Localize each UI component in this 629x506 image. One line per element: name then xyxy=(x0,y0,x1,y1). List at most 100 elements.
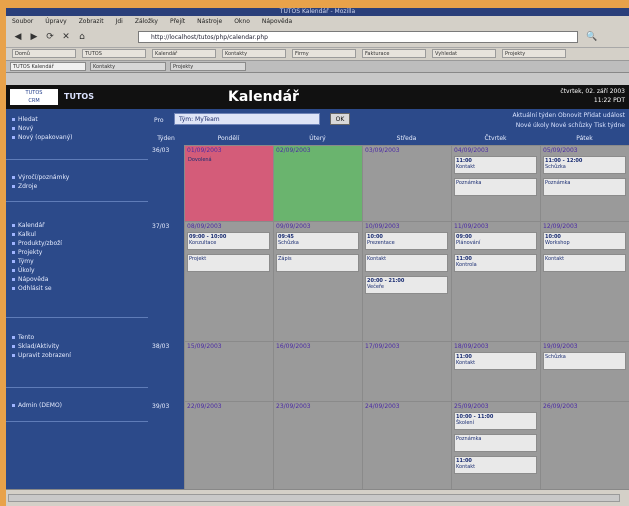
day-date[interactable]: 23/09/2003 xyxy=(276,403,311,410)
day-date[interactable]: 02/09/2003 xyxy=(276,147,311,154)
sidebar-item[interactable]: Hledat xyxy=(6,115,148,124)
browser-tab[interactable]: Projekty xyxy=(170,62,246,71)
sidebar-item[interactable]: Upravit zobrazení xyxy=(6,351,148,360)
sidebar-item[interactable]: Kalkul xyxy=(6,230,148,239)
calendar-event[interactable]: Poznámka xyxy=(543,178,626,196)
calendar-day-cell[interactable]: 08/09/2003 09:00 - 10:00 Konzultace Projekt xyxy=(184,221,273,341)
calendar-event[interactable]: 11:00 Kontakt xyxy=(454,352,537,370)
menu-item[interactable]: Úpravy xyxy=(45,18,66,25)
bookmark-item[interactable]: Vyhledat xyxy=(432,49,496,58)
day-date[interactable]: 15/09/2003 xyxy=(187,343,222,350)
sidebar-item[interactable]: Nápověda xyxy=(6,275,148,284)
day-date[interactable]: 16/09/2003 xyxy=(276,343,311,350)
sidebar-item[interactable]: Projekty xyxy=(6,248,148,257)
browser-tab[interactable]: TUTOS Kalendář xyxy=(10,62,86,71)
calendar-event[interactable]: 09:00 Plánování xyxy=(454,232,537,250)
calendar-day-cell[interactable]: 15/09/2003 xyxy=(184,341,273,401)
address-bar[interactable]: http://localhost/tutos/php/calendar.php xyxy=(138,31,578,43)
sidebar-item[interactable]: Týmy xyxy=(6,257,148,266)
day-date[interactable]: 25/09/2003 xyxy=(454,403,489,410)
calendar-day-cell[interactable]: 04/09/2003 11:00 Kontakt Poznámka xyxy=(451,145,540,221)
day-date[interactable]: 03/09/2003 xyxy=(365,147,400,154)
day-date[interactable]: 18/09/2003 xyxy=(454,343,489,350)
sidebar-item[interactable]: Tento xyxy=(6,333,148,342)
calendar-day-cell[interactable]: 05/09/2003 11:00 - 12:00 Schůzka Poznámka xyxy=(540,145,629,221)
forward-icon[interactable]: ▶ xyxy=(28,31,40,43)
browser-tab[interactable]: Kontakty xyxy=(90,62,166,71)
bookmark-item[interactable]: Fakturace xyxy=(362,49,426,58)
menu-item[interactable]: Nástroje xyxy=(197,18,222,25)
menu-item[interactable]: Zobrazit xyxy=(79,18,104,25)
team-select[interactable]: Tým: MyTeam xyxy=(174,113,320,125)
calendar-event[interactable]: 11:00 Kontrola xyxy=(454,254,537,272)
back-icon[interactable]: ◀ xyxy=(12,31,24,43)
calendar-day-cell[interactable]: 03/09/2003 xyxy=(362,145,451,221)
calendar-day-cell[interactable]: 18/09/2003 11:00 Kontakt xyxy=(451,341,540,401)
calendar-event[interactable]: Poznámka xyxy=(454,434,537,452)
calendar-event[interactable]: 11:00 Kontakt xyxy=(454,156,537,174)
calendar-event[interactable]: 10:00 Prezentace xyxy=(365,232,448,250)
calendar-event[interactable]: 09:45 Schůzka xyxy=(276,232,359,250)
menu-item[interactable]: Záložky xyxy=(135,18,158,25)
calendar-day-cell[interactable]: 11/09/2003 09:00 Plánování 11:00 Kontrola xyxy=(451,221,540,341)
bookmark-item[interactable]: TUTOS xyxy=(82,49,146,58)
calendar-event[interactable]: Zápis xyxy=(276,254,359,272)
calendar-day-cell[interactable]: 10/09/2003 10:00 Prezentace Kontakt 20:00 - … xyxy=(362,221,451,341)
menu-item[interactable]: Soubor xyxy=(12,18,33,25)
calendar-event[interactable]: Projekt xyxy=(187,254,270,272)
search-icon[interactable]: 🔍 xyxy=(586,31,598,43)
horizontal-scrollbar[interactable] xyxy=(8,494,620,502)
day-date[interactable]: 01/09/2003 xyxy=(187,147,222,154)
day-date[interactable]: 11/09/2003 xyxy=(454,223,489,230)
calendar-event[interactable]: 20:00 - 21:00 Večeře xyxy=(365,276,448,294)
sidebar-item[interactable]: Zdroje xyxy=(6,182,148,191)
calendar-day-cell[interactable]: 25/09/2003 10:00 - 11:00 Školení Poznámka 11… xyxy=(451,401,540,489)
day-date[interactable]: 26/09/2003 xyxy=(543,403,578,410)
calendar-event[interactable]: 09:00 - 10:00 Konzultace xyxy=(187,232,270,250)
calendar-event[interactable]: 10:00 Workshop xyxy=(543,232,626,250)
day-date[interactable]: 10/09/2003 xyxy=(365,223,400,230)
go-button[interactable]: OK xyxy=(330,113,350,125)
calendar-event[interactable]: Dovolená xyxy=(187,156,270,174)
bookmark-item[interactable]: Projekty xyxy=(502,49,566,58)
day-date[interactable]: 05/09/2003 xyxy=(543,147,578,154)
calendar-day-cell[interactable]: 01/09/2003 Dovolená xyxy=(184,145,273,221)
calendar-event[interactable]: Kontakt xyxy=(365,254,448,272)
calendar-day-cell[interactable]: 26/09/2003 xyxy=(540,401,629,489)
calendar-day-cell[interactable]: 24/09/2003 xyxy=(362,401,451,489)
sidebar-item[interactable]: Výročí/poznámky xyxy=(6,173,148,182)
sidebar-item[interactable]: Sklad/Aktivity xyxy=(6,342,148,351)
day-date[interactable]: 19/09/2003 xyxy=(543,343,578,350)
calendar-day-cell[interactable]: 17/09/2003 xyxy=(362,341,451,401)
sidebar-item[interactable]: Nový xyxy=(6,124,148,133)
menu-item[interactable]: Jdi xyxy=(116,18,123,25)
calendar-day-cell[interactable]: 12/09/2003 10:00 Workshop Kontakt xyxy=(540,221,629,341)
day-date[interactable]: 08/09/2003 xyxy=(187,223,222,230)
calendar-event[interactable]: Schůzka xyxy=(543,352,626,370)
calendar-links-line-2[interactable]: Nové úkoly Nové schůzky Tisk týdne xyxy=(512,121,625,131)
home-icon[interactable]: ⌂ xyxy=(76,31,88,43)
day-date[interactable]: 04/09/2003 xyxy=(454,147,489,154)
sidebar-item[interactable]: Nový (opakovaný) xyxy=(6,133,148,142)
sidebar-item[interactable]: Odhlásit se xyxy=(6,284,148,293)
day-date[interactable]: 12/09/2003 xyxy=(543,223,578,230)
calendar-event[interactable]: Poznámka xyxy=(454,178,537,196)
day-date[interactable]: 17/09/2003 xyxy=(365,343,400,350)
stop-icon[interactable]: ✕ xyxy=(60,31,72,43)
bookmark-item[interactable]: Domů xyxy=(12,49,76,58)
calendar-day-cell[interactable]: 09/09/2003 09:45 Schůzka Zápis xyxy=(273,221,362,341)
bookmark-item[interactable]: Firmy xyxy=(292,49,356,58)
calendar-event[interactable]: 11:00 - 12:00 Schůzka xyxy=(543,156,626,174)
sidebar-item[interactable]: Kalendář xyxy=(6,221,148,230)
sidebar-item[interactable]: Produkty/zboží xyxy=(6,239,148,248)
calendar-event[interactable]: Kontakt xyxy=(543,254,626,272)
day-date[interactable]: 22/09/2003 xyxy=(187,403,222,410)
reload-icon[interactable]: ⟳ xyxy=(44,31,56,43)
calendar-event[interactable]: 10:00 - 11:00 Školení xyxy=(454,412,537,430)
calendar-day-cell[interactable]: 02/09/2003 xyxy=(273,145,362,221)
menu-item[interactable]: Nápověda xyxy=(262,18,292,25)
bookmark-item[interactable]: Kontakty xyxy=(222,49,286,58)
calendar-links-line-1[interactable]: Aktuální týden Obnovit Přidat událost xyxy=(512,111,625,121)
menu-item[interactable]: Okno xyxy=(234,18,250,25)
calendar-day-cell[interactable]: 22/09/2003 xyxy=(184,401,273,489)
